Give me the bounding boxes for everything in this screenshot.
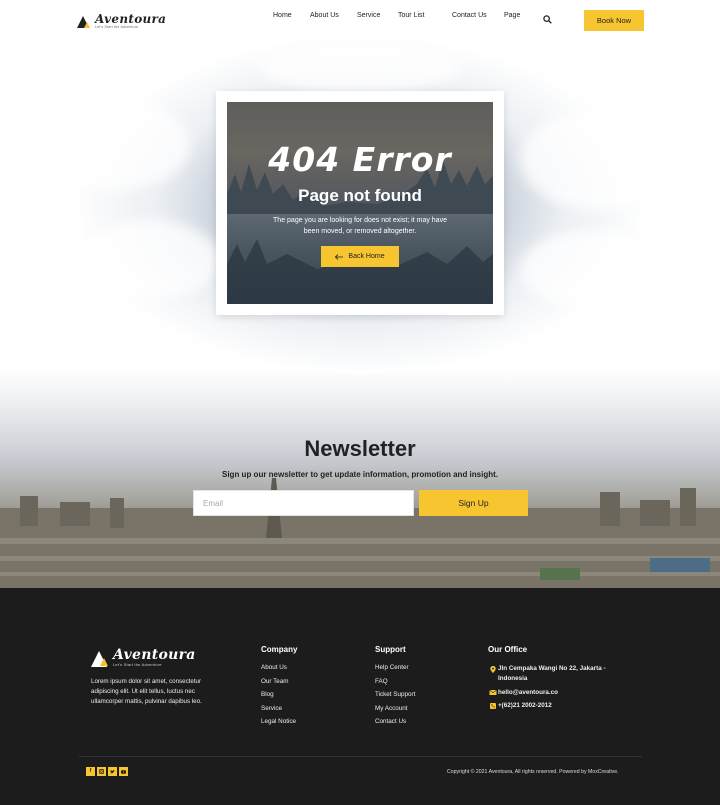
sign-up-button[interactable]: Sign Up — [419, 490, 528, 516]
cloud-decoration — [40, 100, 190, 190]
footer-about-text: Lorem ipsum dolor sit amet, consectetur … — [91, 678, 202, 705]
footer-link-service[interactable]: Service — [261, 705, 297, 719]
error-description: The page you are looking for does not ex… — [273, 217, 447, 235]
office-email[interactable]: hello@aventoura.co — [488, 688, 628, 698]
newsletter-section: Newsletter Sign up our newsletter to get… — [0, 370, 720, 588]
nav-contact-us[interactable]: Contact Us — [452, 12, 487, 19]
book-now-button[interactable]: Book Now — [584, 10, 644, 31]
cloud-decoration — [520, 110, 680, 210]
site-footer: Aventoura Let's Start the Adventure Lore… — [0, 588, 720, 805]
footer-link-about-us[interactable]: About Us — [261, 664, 297, 678]
footer-link-legal-notice[interactable]: Legal Notice — [261, 718, 297, 732]
office-phone[interactable]: +(62)21 2002-2012 — [488, 701, 628, 711]
phone-icon — [490, 703, 496, 709]
footer-column-title: Company — [261, 645, 298, 654]
footer-company-column: Company About Us Our Team Blog Service L… — [261, 645, 297, 732]
nav-home[interactable]: Home — [273, 12, 292, 19]
mountain-logo-icon — [77, 14, 91, 29]
cloud-decoration — [260, 42, 460, 92]
cloud-decoration — [80, 220, 220, 300]
social-links: f — [86, 767, 128, 776]
brand-tagline: Let's Start the Adventure — [113, 662, 162, 667]
footer-link-help-center[interactable]: Help Center — [375, 664, 415, 678]
site-header: Aventoura Let's Start the Adventure Home… — [0, 0, 720, 40]
footer-link-faq[interactable]: FAQ — [375, 678, 415, 692]
brand-name: Aventoura — [113, 647, 196, 663]
footer-link-blog[interactable]: Blog — [261, 691, 297, 705]
arrow-left-icon — [335, 253, 344, 260]
youtube-icon[interactable] — [119, 767, 128, 776]
nav-about-us[interactable]: About Us — [310, 12, 339, 19]
forest-background-image: 404 Error Page not found The page you ar… — [227, 102, 493, 304]
footer-support-column: Support Help Center FAQ Ticket Support M… — [375, 645, 415, 732]
back-home-label: Back Home — [348, 253, 385, 260]
email-input[interactable] — [193, 490, 414, 516]
error-title: 404 Error — [268, 140, 452, 179]
office-address: Jln Cempaka Wangi No 22, Jakarta - Indon… — [488, 664, 628, 684]
facebook-icon[interactable]: f — [86, 767, 95, 776]
newsletter-title: Newsletter — [304, 436, 416, 461]
twitter-icon[interactable] — [108, 767, 117, 776]
brand-logo[interactable]: Aventoura Let's Start the Adventure — [77, 13, 166, 30]
nav-service[interactable]: Service — [357, 12, 380, 19]
footer-brand-logo[interactable]: Aventoura Let's Start the Adventure — [91, 648, 196, 667]
brand-tagline: Let's Start the Adventure — [95, 25, 139, 29]
cloud-decoration — [520, 230, 670, 310]
footer-link-my-account[interactable]: My Account — [375, 705, 415, 719]
nav-page[interactable]: Page — [504, 12, 520, 19]
instagram-icon[interactable] — [97, 767, 106, 776]
footer-office-column: Our Office Jln Cempaka Wangi No 22, Jaka… — [488, 645, 628, 715]
map-pin-icon — [490, 666, 496, 673]
brand-name: Aventoura — [95, 12, 167, 26]
newsletter-subtitle: Sign up our newsletter to get update inf… — [222, 470, 498, 479]
footer-column-title: Our Office — [488, 645, 528, 654]
footer-divider — [79, 756, 642, 757]
error-subtitle: Page not found — [298, 186, 422, 205]
envelope-icon — [489, 689, 497, 695]
error-card: 404 Error Page not found The page you ar… — [216, 91, 504, 315]
footer-link-ticket-support[interactable]: Ticket Support — [375, 691, 415, 705]
footer-link-contact-us[interactable]: Contact Us — [375, 718, 415, 732]
footer-column-title: Support — [375, 645, 406, 654]
back-home-button[interactable]: Back Home — [321, 246, 399, 267]
nav-tour-list[interactable]: Tour List — [398, 12, 424, 19]
footer-link-our-team[interactable]: Our Team — [261, 678, 297, 692]
search-icon[interactable] — [543, 15, 552, 24]
mountain-logo-icon — [91, 649, 109, 667]
copyright-text: Copyright © 2021 Aventoura, All rights r… — [447, 769, 619, 775]
